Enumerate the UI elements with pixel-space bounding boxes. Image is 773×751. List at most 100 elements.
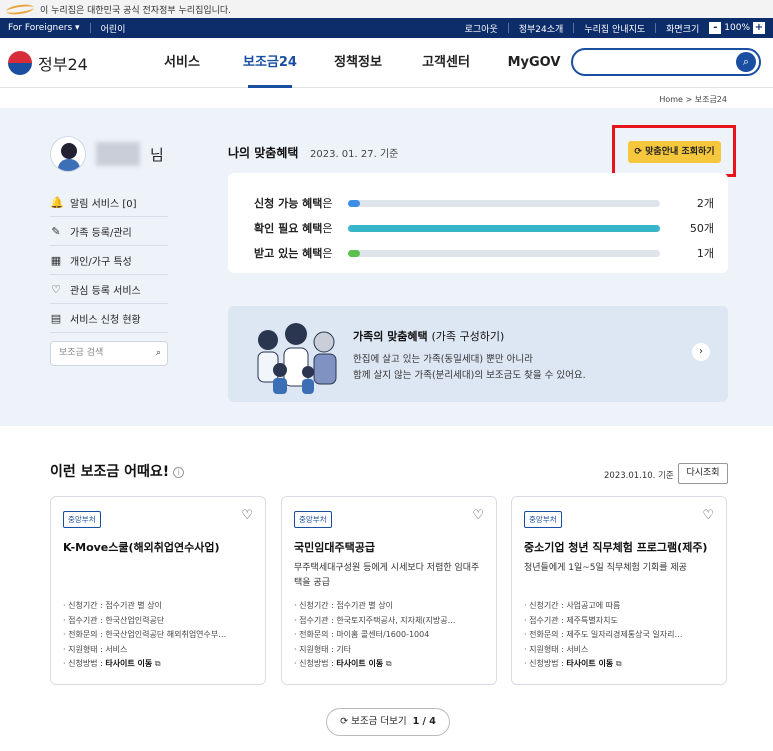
ministry-badge: 중앙부처 (294, 511, 332, 528)
sidemenu-item-label: 서비스 신청 현황 (70, 314, 141, 326)
sidemenu-item-label: 개인/가구 특성 (70, 256, 132, 268)
meta-phone: · 전화문의 : 제주도 일자리경제통상국 일자리… (524, 630, 683, 639)
card-title[interactable]: 국민임대주택공급 (294, 539, 489, 555)
taegeuk-logo-icon (8, 50, 32, 75)
card-title[interactable]: 중소기업 청년 직무체험 프로그램(제주) (524, 539, 719, 555)
pencil-icon: ✎ (51, 224, 61, 238)
subsidy-card[interactable]: 중앙부처 ♡ 중소기업 청년 직무체험 프로그램(제주) 청년들에게 1일~5일… (511, 496, 727, 685)
heart-icon[interactable]: ♡ (241, 508, 253, 523)
refresh-icon: ⟳ (634, 147, 643, 157)
external-site-link[interactable]: 타사이트 이동 (336, 659, 383, 668)
external-site-link[interactable]: 타사이트 이동 (105, 659, 152, 668)
language-select[interactable]: For Foreigners ▾ (8, 23, 80, 33)
stat-progress-bar (348, 249, 660, 257)
meta-period: · 신청기간 : 사업공고에 따름 (524, 601, 621, 610)
card-meta: · 신청기간 : 사업공고에 따름 · 접수기관 : 제주특별자치도 · 전화문… (524, 599, 719, 672)
my-benefits-date: 2023. 01. 27. 기준 (310, 149, 399, 160)
chevron-right-icon[interactable]: › (692, 343, 710, 361)
easy-mode-link[interactable]: 어린이 (101, 22, 126, 35)
zoom-out-button[interactable]: - (709, 22, 722, 34)
subsidy-search-placeholder: 보조금 검색 (59, 348, 104, 358)
refresh-label: 맞춤안내 조회하기 (645, 147, 715, 157)
meta-method: · 신청방법 : 타사이트 이동 ⧉ (63, 659, 161, 668)
external-site-link[interactable]: 타사이트 이동 (566, 659, 613, 668)
logout-link[interactable]: 로그아웃 (465, 22, 498, 35)
family-benefits-banner[interactable]: 가족의 맞춤혜택 (가족 구성하기) 한집에 살고 있는 가족(동일세대) 뿐만… (228, 306, 728, 402)
divider (507, 23, 509, 33)
zoom-control: - 100% + (709, 22, 765, 34)
meta-agency: · 접수기관 : 한국산업인력공단 (63, 615, 165, 625)
zoom-in-button[interactable]: + (753, 22, 765, 34)
meta-method: · 신청방법 : 타사이트 이동 ⧉ (294, 659, 392, 668)
benefit-stats-box: 신청 가능 혜택은 2개 확인 필요 혜택은 50개 받고 있는 혜택은 1개 (228, 173, 728, 273)
search-icon[interactable]: ⌕ (736, 52, 756, 72)
sidemenu-item-alerts[interactable]: 🔔 알림 서비스 [0] (50, 188, 168, 217)
refresh-highlight-frame: ⟳ 맞춤안내 조회하기 (612, 125, 736, 177)
sidemenu-item-label: 가족 등록/관리 (70, 227, 132, 239)
refresh-recommendation-button[interactable]: ⟳ 맞춤안내 조회하기 (628, 141, 721, 163)
stat-label: 신청 가능 혜택은 (254, 197, 333, 210)
meta-type: · 지원형태 : 서비스 (63, 644, 128, 654)
site-header: 정부24 서비스 보조금24 정책정보 고객센터 MyGOV ⌕ (0, 38, 773, 88)
external-link-icon: ⧉ (615, 659, 622, 668)
info-icon[interactable]: i (173, 466, 185, 478)
meta-phone: · 전화문의 : 마이홈 콜센터/1600-1004 (294, 630, 430, 639)
sidemenu-item-interests[interactable]: ♡ 관심 등록 서비스 (50, 275, 168, 304)
card-meta: · 신청기간 : 접수기관 별 상이 · 접수기관 : 한국산업인력공단 · 전… (63, 599, 258, 672)
subsidy-card[interactable]: 중앙부처 ♡ K-Move스쿨(해외취업연수사업) · 신청기간 : 접수기관 … (50, 496, 266, 685)
zoom-value: 100% (724, 23, 750, 33)
logo-text: 정부24 (38, 54, 88, 74)
stat-count: 1개 (696, 247, 714, 260)
stat-progress-fill (348, 199, 361, 207)
gov-banner-text: 이 누리집은 대한민국 공식 전자정부 누리집입니다. (40, 5, 232, 16)
side-menu: 🔔 알림 서비스 [0] ✎ 가족 등록/관리 ▦ 개인/가구 특성 ♡ 관심 … (50, 188, 168, 333)
about-link[interactable]: 정부24소개 (519, 22, 564, 35)
card-description: 청년들에게 1일~5일 직무체험 기회를 제공 (524, 563, 687, 573)
subsidy-card[interactable]: 중앙부처 ♡ 국민임대주택공급 무주택세대구성원 등에게 시세보다 저렴한 임대… (281, 496, 497, 685)
header-search-input[interactable]: ⌕ (571, 48, 761, 76)
reload-button[interactable]: 다시조회 (678, 463, 728, 484)
stat-receiving[interactable]: 받고 있는 혜택은 1개 (254, 243, 714, 263)
meta-type: · 지원형태 : 서비스 (524, 644, 589, 654)
nav-policy-info[interactable]: 정책정보 (314, 38, 402, 88)
stat-needs-check[interactable]: 확인 필요 혜택은 50개 (254, 218, 714, 238)
card-title[interactable]: K-Move스쿨(해외취업연수사업) (63, 539, 258, 555)
heart-icon: ♡ (51, 282, 61, 296)
nav-mygov[interactable]: MyGOV (490, 38, 578, 88)
my-benefits-panel: 님 🔔 알림 서비스 [0] ✎ 가족 등록/관리 ▦ 개인/가구 특성 ♡ 관… (0, 108, 773, 426)
external-link-icon: ⧉ (385, 659, 392, 668)
load-more-button[interactable]: ⟳ 보조금 더보기 1 / 4 (326, 708, 450, 736)
meta-phone: · 전화문의 : 한국산업인력공단 해외취업연수부… (63, 630, 227, 639)
meta-method: · 신청방법 : 타사이트 이동 ⧉ (524, 659, 622, 668)
sitemap-link[interactable]: 누리집 안내지도 (584, 22, 645, 35)
stat-available[interactable]: 신청 가능 혜택은 2개 (254, 193, 714, 213)
search-icon[interactable]: ⌕ (156, 342, 161, 365)
my-benefits-title: 나의 맞춤혜택 (228, 146, 299, 160)
egov-logo-icon (5, 2, 35, 16)
stat-progress-bar (348, 224, 660, 232)
sidemenu-item-label: 알림 서비스 [0] (70, 198, 137, 210)
refresh-icon: ⟳ (340, 716, 349, 727)
stat-count: 50개 (689, 222, 714, 235)
ministry-badge: 중앙부처 (524, 511, 562, 528)
meta-agency: · 접수기관 : 제주특별자치도 (524, 615, 618, 625)
family-banner-title: 가족의 맞춤혜택 (가족 구성하기) (353, 330, 505, 343)
site-logo[interactable]: 정부24 (8, 50, 138, 75)
stat-count: 2개 (696, 197, 714, 210)
subsidy-search-input[interactable]: 보조금 검색 ⌕ (50, 341, 168, 366)
document-icon: ▤ (50, 311, 62, 325)
sidemenu-item-household[interactable]: ▦ 개인/가구 특성 (50, 246, 168, 275)
sidemenu-item-applications[interactable]: ▤ 서비스 신청 현황 (50, 304, 168, 333)
heart-icon[interactable]: ♡ (702, 508, 714, 523)
nav-subsidy24[interactable]: 보조금24 (226, 38, 314, 88)
stat-label: 확인 필요 혜택은 (254, 222, 333, 235)
nav-services[interactable]: 서비스 (138, 38, 226, 88)
sidemenu-item-family[interactable]: ✎ 가족 등록/관리 (50, 217, 168, 246)
meta-type: · 지원형태 : 기타 (294, 644, 352, 654)
nav-customer-center[interactable]: 고객센터 (402, 38, 490, 88)
breadcrumb: Home > 보조금24 (659, 95, 727, 104)
divider (89, 23, 91, 33)
meta-period: · 신청기간 : 접수기관 별 상이 (294, 601, 393, 610)
card-meta: · 신청기간 : 접수기관 별 상이 · 접수기관 : 한국토지주택공사, 지자… (294, 599, 489, 672)
heart-icon[interactable]: ♡ (472, 508, 484, 523)
